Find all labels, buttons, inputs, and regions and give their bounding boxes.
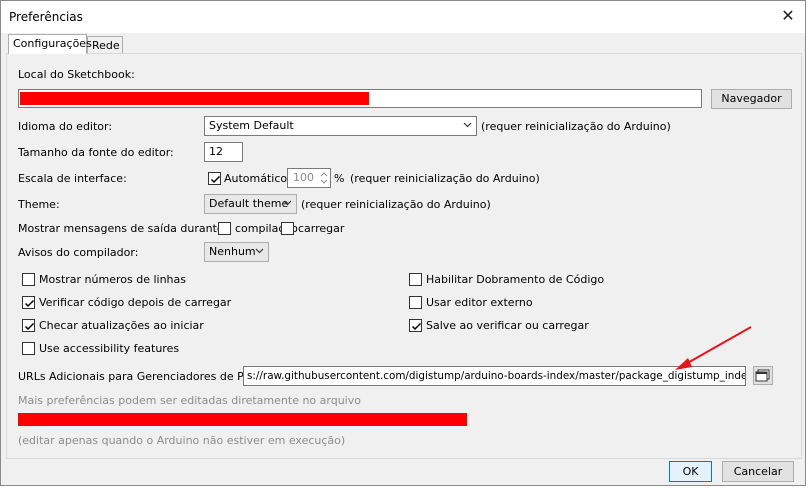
title-bar: Preferências ✕ (1, 1, 805, 33)
close-icon[interactable]: ✕ (777, 6, 799, 28)
auto-scale-label: Automático (224, 172, 288, 185)
show-line-numbers-checkbox[interactable] (22, 273, 35, 286)
checkmark-icon (210, 175, 221, 184)
sketchbook-path-input[interactable] (18, 89, 702, 108)
compiler-warnings-select[interactable]: Nenhum (204, 242, 269, 262)
edit-only-note: (editar apenas quando o Arduino não esti… (18, 434, 346, 447)
preferences-window: Preferências ✕ Configurações Rede Local … (0, 0, 806, 486)
accessibility-label: Use accessibility features (39, 342, 180, 355)
theme-note: (requer reinicialização do Arduino) (301, 198, 491, 211)
browse-button[interactable]: Navegador (711, 89, 792, 109)
check-updates-label: Checar atualizações ao iniciar (39, 319, 204, 332)
accessibility-checkbox[interactable] (22, 342, 35, 355)
compiler-warnings-value: Nenhum (209, 245, 256, 258)
redacted-preferences-path (18, 413, 467, 426)
tab-configuracoes[interactable]: Configurações (8, 34, 92, 54)
more-preferences-note: Mais preferências podem ser editadas dir… (18, 394, 361, 407)
verbose-output-label: Mostrar mensagens de saída durante: (18, 222, 228, 235)
ok-button[interactable]: OK (669, 461, 712, 482)
cancel-button[interactable]: Cancelar (722, 461, 794, 482)
editor-language-value: System Default (209, 119, 294, 132)
code-folding-label: Habilitar Dobramento de Código (426, 273, 605, 286)
tab-rede[interactable]: Rede (87, 36, 123, 54)
checkmark-icon (411, 322, 422, 331)
scale-unit: % (334, 172, 345, 185)
settings-panel: Local do Sketchbook: Navegador Idioma do… (6, 53, 802, 459)
window-title: Preferências (9, 10, 83, 24)
check-updates-checkbox[interactable] (22, 319, 35, 332)
chevron-down-icon (463, 122, 472, 128)
redacted-path (20, 92, 369, 105)
verify-after-upload-checkbox[interactable] (22, 296, 35, 309)
interface-scale-label: Escala de interface: (18, 172, 127, 185)
font-size-input[interactable]: 12 (204, 142, 243, 162)
auto-scale-checkbox[interactable] (208, 172, 221, 185)
code-folding-checkbox[interactable] (409, 273, 422, 286)
external-editor-label: Usar editor externo (426, 296, 533, 309)
chevron-down-icon (283, 200, 292, 206)
show-line-numbers-label: Mostrar números de linhas (39, 273, 186, 286)
external-editor-checkbox[interactable] (409, 296, 422, 309)
theme-value: Default theme (209, 197, 289, 210)
verbose-upload-checkbox[interactable] (281, 222, 294, 235)
spinner-arrows-icon (320, 172, 328, 184)
dialog-footer: OK Cancelar (1, 459, 805, 485)
board-urls-label: URLs Adicionais para Gerenciadores de Pl… (18, 370, 276, 383)
annotation-arrow-icon (675, 326, 752, 370)
theme-label: Theme: (18, 198, 60, 211)
verify-after-upload-label: Verificar código depois de carregar (39, 296, 232, 309)
font-size-label: Tamanho da fonte do editor: (18, 146, 174, 159)
editor-language-select[interactable]: System Default (204, 116, 477, 136)
verbose-compile-checkbox[interactable] (218, 222, 231, 235)
editor-language-note: (requer reinicialização do Arduino) (481, 120, 671, 133)
theme-select[interactable]: Default theme (204, 194, 297, 214)
save-on-verify-label: Salve ao verificar ou carregar (426, 319, 589, 332)
verbose-upload-label: carregar (298, 222, 345, 235)
scale-spinner[interactable] (318, 169, 330, 187)
compiler-warnings-label: Avisos do compilador: (18, 246, 139, 259)
interface-scale-note: (requer reinicialização do Arduino) (350, 172, 540, 185)
sketchbook-label: Local do Sketchbook: (18, 68, 135, 81)
save-on-verify-checkbox[interactable] (409, 319, 422, 332)
chevron-down-icon (255, 248, 264, 254)
editor-language-label: Idioma do editor: (18, 120, 113, 133)
checkmark-icon (24, 322, 35, 331)
checkmark-icon (24, 299, 35, 308)
